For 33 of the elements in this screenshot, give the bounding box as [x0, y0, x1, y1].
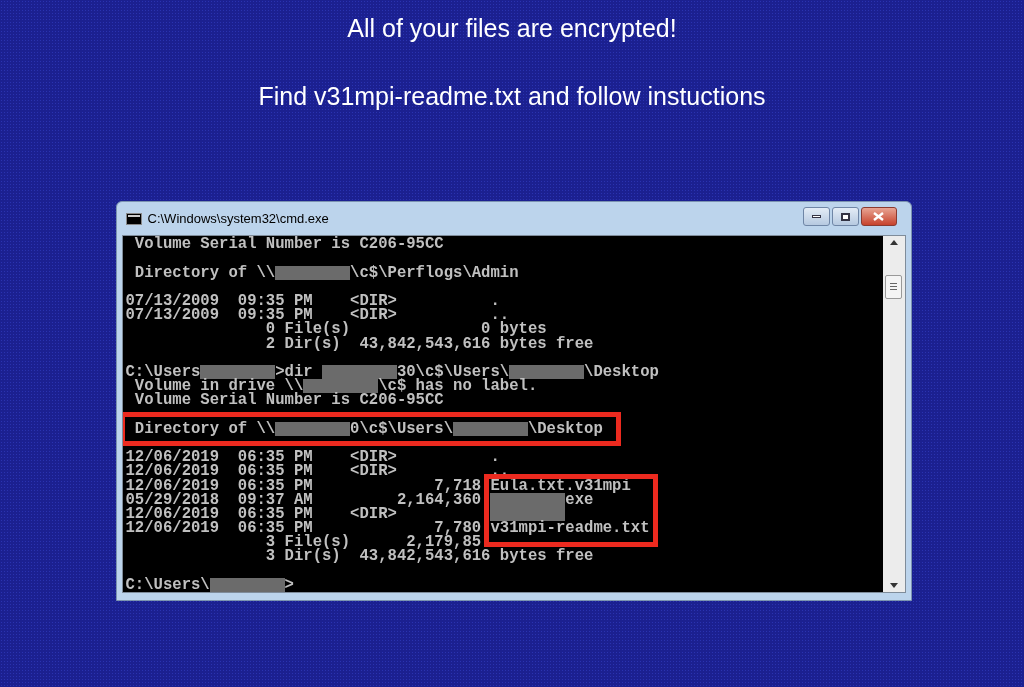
minimize-button[interactable]: [802, 207, 830, 227]
instruction-text: Find v31mpi-readme.txt and follow instuctions: [258, 81, 766, 112]
console-icon: [125, 212, 142, 225]
window-title: C:\Windows\system32\cmd.exe: [147, 209, 329, 228]
console-text: \Desktop: [527, 421, 603, 436]
console-text: 05/29/2018 09:37 AM 2,164,360: [125, 492, 483, 507]
console-text: \c$ has no label.: [378, 379, 538, 394]
restore-icon: [840, 212, 850, 221]
scroll-thumb[interactable]: [885, 274, 902, 299]
console-text: >: [284, 577, 294, 592]
console-text: Volume Serial Number is C206-95CC: [133, 393, 444, 408]
console-text: Volume Serial Number is C206-95CC: [133, 237, 444, 252]
headline: All of your files are encrypted!: [347, 13, 677, 44]
minimize-icon: [811, 215, 821, 219]
console-text: 0\c$\Users\: [350, 421, 454, 436]
maximize-button[interactable]: [831, 207, 859, 227]
console-text: \c$\Perflogs\Admin: [350, 265, 519, 280]
scroll-up-icon[interactable]: [889, 240, 898, 246]
scrollbar[interactable]: [882, 236, 905, 592]
close-icon: [873, 212, 884, 222]
console-text: exe: [565, 492, 594, 507]
console-text: 3 File(s) 2,179,85: [264, 535, 482, 550]
console-text: 3 Dir(s) 43,842,543,616 bytes free: [264, 549, 594, 564]
scroll-down-icon[interactable]: [889, 583, 898, 588]
console-text: 2 Dir(s) 43,842,543,616 bytes free: [264, 336, 594, 351]
console-text: 0 File(s) 0 bytes: [264, 322, 547, 337]
console-text: \Desktop: [584, 365, 659, 380]
console-text: C:\Users\: [125, 577, 210, 592]
close-button[interactable]: [860, 207, 897, 227]
console-text: 30\c$\Users\: [396, 365, 510, 380]
console-text: Directory of \\: [133, 265, 276, 280]
console-text: Directory of \\: [133, 421, 276, 436]
console-text: 12/06/2019 06:35 PM 7,718 Eula.txt.v31mpi: [125, 478, 631, 493]
